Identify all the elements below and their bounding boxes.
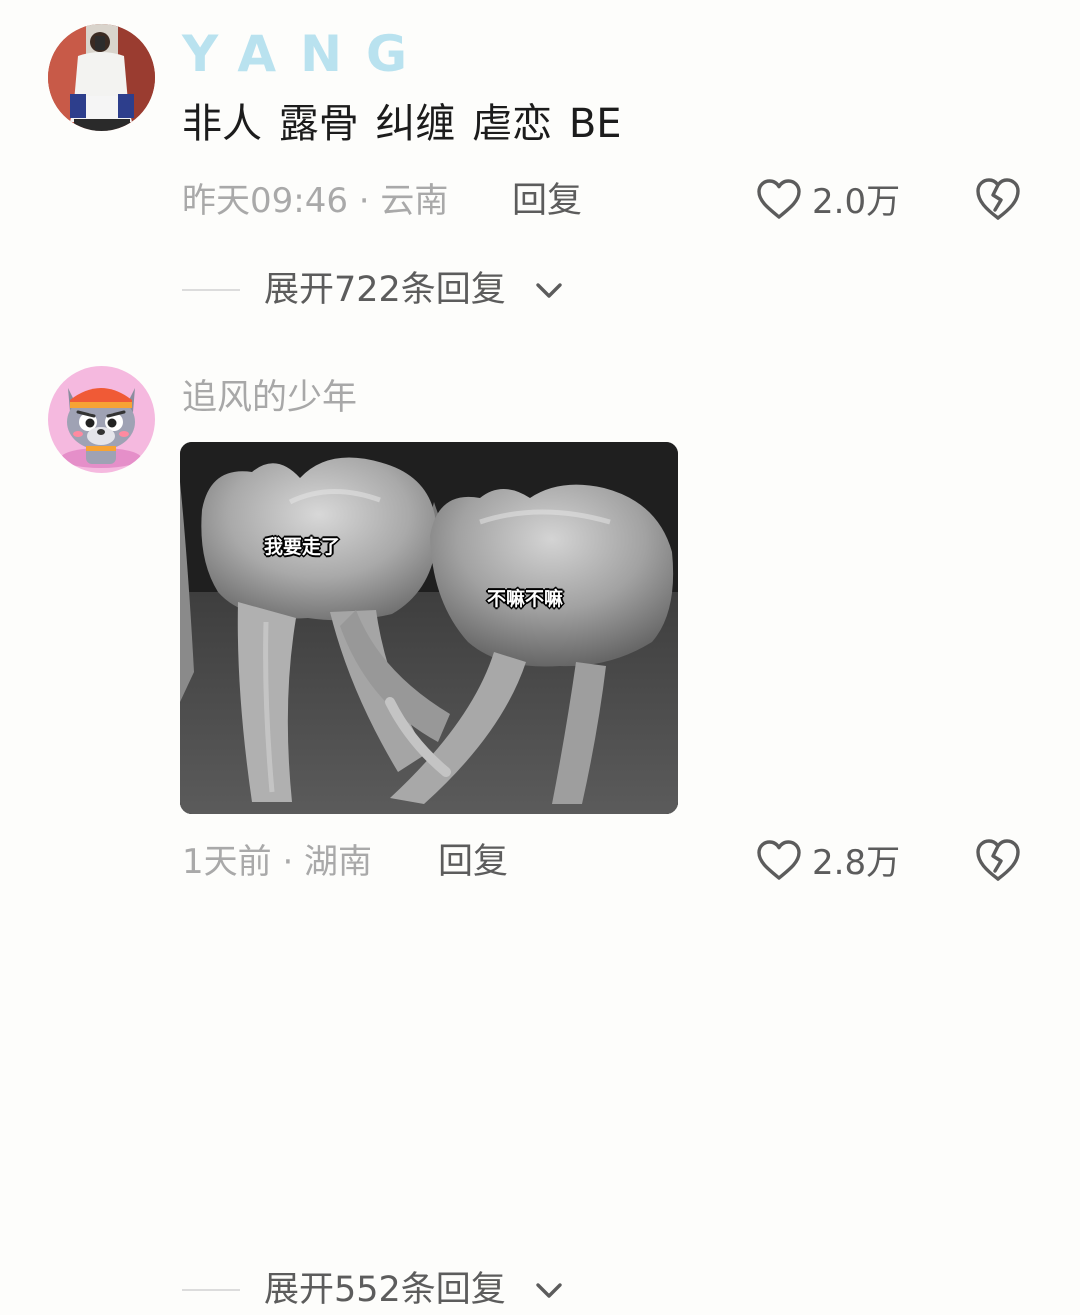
user-avatar[interactable] bbox=[48, 366, 155, 473]
expand-replies-row: 展开552条回复 bbox=[0, 1265, 1080, 1315]
comment-meta: 1天前 · 湖南 回复 2.8万 bbox=[0, 837, 1080, 887]
comment-item: YANG 非人 露骨 纠缠 虐恋 BE 昨天09:46 · 云南 回复 2.0万… bbox=[0, 0, 1080, 340]
reply-button[interactable]: 回复 bbox=[438, 839, 508, 885]
broken-heart-icon bbox=[976, 839, 1020, 881]
broken-heart-icon bbox=[976, 178, 1020, 220]
heart-outline-icon bbox=[757, 179, 801, 219]
username[interactable]: 追风的少年 bbox=[182, 376, 357, 420]
expand-replies-label: 展开722条回复 bbox=[264, 270, 506, 310]
dislike-button[interactable] bbox=[974, 176, 1022, 226]
time-location: 昨天09:46 · 云南 bbox=[182, 181, 449, 221]
image-caption: 不嘛不嘛 bbox=[487, 588, 564, 610]
like-count: 2.8万 bbox=[812, 843, 901, 883]
chevron-down-icon bbox=[536, 283, 562, 298]
expand-replies-row: 展开722条回复 bbox=[0, 265, 1080, 315]
heart-outline-icon bbox=[757, 840, 801, 880]
image-caption: 我要走了 bbox=[264, 536, 341, 558]
user-avatar[interactable] bbox=[48, 24, 155, 131]
expand-replies-label: 展开552条回复 bbox=[264, 1270, 506, 1310]
username[interactable]: YANG bbox=[182, 26, 431, 82]
like-count: 2.0万 bbox=[812, 182, 901, 222]
comment-item: 追风的少年 我要走了 不嘛不嘛 1天前 · 湖南 回复 2.8万 展开552条回… bbox=[0, 340, 1080, 1310]
comment-text: 非人 露骨 纠缠 虐恋 BE bbox=[182, 101, 622, 147]
expand-replies-button[interactable]: 展开552条回复 bbox=[264, 1265, 562, 1315]
chevron-down-icon bbox=[536, 1283, 562, 1298]
dislike-button[interactable] bbox=[974, 837, 1022, 887]
time-location: 1天前 · 湖南 bbox=[182, 842, 373, 882]
reply-button[interactable]: 回复 bbox=[512, 178, 582, 224]
expand-replies-button[interactable]: 展开722条回复 bbox=[264, 265, 562, 315]
comment-meta: 昨天09:46 · 云南 回复 2.0万 bbox=[0, 176, 1080, 226]
comment-image[interactable]: 我要走了 不嘛不嘛 bbox=[180, 442, 678, 814]
divider-line bbox=[182, 1289, 240, 1291]
divider-line bbox=[182, 289, 240, 291]
